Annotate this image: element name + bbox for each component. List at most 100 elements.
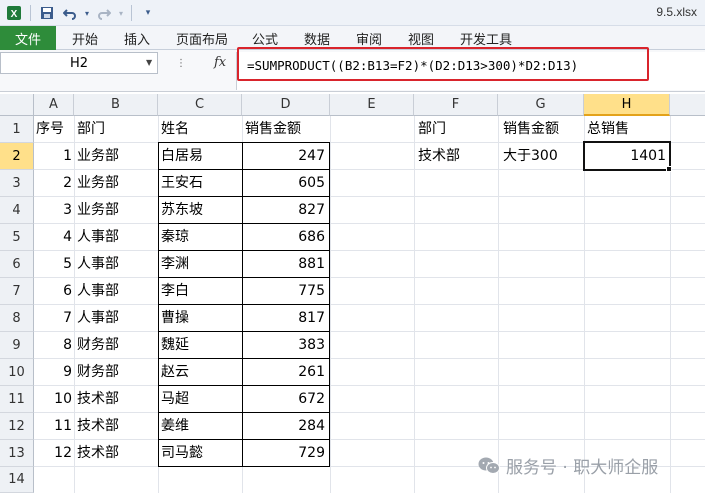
cell-a8[interactable]: 7 <box>36 305 72 331</box>
row-header-9[interactable]: 9 <box>0 332 34 359</box>
column-header-next[interactable] <box>670 94 705 116</box>
column-header-b[interactable]: B <box>74 94 158 116</box>
column-header-f[interactable]: F <box>414 94 498 116</box>
column-header-d[interactable]: D <box>242 94 330 116</box>
cell-c4[interactable]: 苏东坡 <box>161 197 241 223</box>
column-header-h[interactable]: H <box>584 94 670 116</box>
name-box[interactable]: H2 <box>0 52 158 74</box>
cell-a2[interactable]: 1 <box>36 143 72 169</box>
cell-a12[interactable]: 11 <box>36 413 72 439</box>
cell-b4[interactable]: 业务部 <box>77 197 157 223</box>
cell-d8[interactable]: 817 <box>245 305 325 331</box>
cell-d7[interactable]: 775 <box>245 278 325 304</box>
cell-f2[interactable]: 技术部 <box>418 143 498 169</box>
row-header-8[interactable]: 8 <box>0 305 34 332</box>
row-header-13[interactable]: 13 <box>0 440 34 467</box>
row-header-1[interactable]: 1 <box>0 116 34 143</box>
cell-c12[interactable]: 姜维 <box>161 413 241 439</box>
column-header-g[interactable]: G <box>498 94 584 116</box>
save-icon[interactable] <box>37 3 57 23</box>
cell-d3[interactable]: 605 <box>245 170 325 196</box>
cell-b2[interactable]: 业务部 <box>77 143 157 169</box>
column-header-c[interactable]: C <box>158 94 242 116</box>
fill-handle[interactable] <box>666 166 672 172</box>
cell-d11[interactable]: 672 <box>245 386 325 412</box>
cell-c10[interactable]: 赵云 <box>161 359 241 385</box>
cell-c11[interactable]: 马超 <box>161 386 241 412</box>
cell-b3[interactable]: 业务部 <box>77 170 157 196</box>
cell-d10[interactable]: 261 <box>245 359 325 385</box>
cell-d12[interactable]: 284 <box>245 413 325 439</box>
row-header-10[interactable]: 10 <box>0 359 34 386</box>
cell-d5[interactable]: 686 <box>245 224 325 250</box>
tab-formulas[interactable]: 公式 <box>252 26 278 50</box>
row-header-2[interactable]: 2 <box>0 143 34 170</box>
cell-a7[interactable]: 6 <box>36 278 72 304</box>
cell-g1[interactable]: 销售金额 <box>503 116 583 142</box>
cell-b7[interactable]: 人事部 <box>77 278 157 304</box>
row-header-14[interactable]: 14 <box>0 467 34 493</box>
cell-d4[interactable]: 827 <box>245 197 325 223</box>
formula-bar-resize-handle[interactable]: ⋮ <box>176 58 187 69</box>
cell-d1[interactable]: 销售金额 <box>245 116 329 142</box>
cell-a6[interactable]: 5 <box>36 251 72 277</box>
excel-logo-icon[interactable]: X <box>4 3 24 23</box>
row-header-7[interactable]: 7 <box>0 278 34 305</box>
cell-a13[interactable]: 12 <box>36 440 72 466</box>
cell-a1[interactable]: 序号 <box>36 116 74 142</box>
cell-b13[interactable]: 技术部 <box>77 440 157 466</box>
cell-a4[interactable]: 3 <box>36 197 72 223</box>
select-all-corner[interactable] <box>0 94 34 116</box>
row-header-6[interactable]: 6 <box>0 251 34 278</box>
cell-b9[interactable]: 财务部 <box>77 332 157 358</box>
cell-a3[interactable]: 2 <box>36 170 72 196</box>
cell-h1[interactable]: 总销售 <box>587 116 669 142</box>
cell-c13[interactable]: 司马懿 <box>161 440 241 466</box>
cell-g2[interactable]: 大于300 <box>503 143 583 169</box>
row-header-4[interactable]: 4 <box>0 197 34 224</box>
cell-b5[interactable]: 人事部 <box>77 224 157 250</box>
redo-dropdown-icon[interactable]: ▾ <box>117 3 125 23</box>
cell-b11[interactable]: 技术部 <box>77 386 157 412</box>
redo-icon[interactable] <box>94 3 114 23</box>
row-header-11[interactable]: 11 <box>0 386 34 413</box>
tab-data[interactable]: 数据 <box>304 26 330 50</box>
formula-input[interactable]: =SUMPRODUCT((B2:B13=F2)*(D2:D13>300)*D2:… <box>236 52 705 90</box>
tab-file[interactable]: 文件 <box>0 26 56 50</box>
row-header-12[interactable]: 12 <box>0 413 34 440</box>
insert-function-icon[interactable]: fx <box>214 55 226 70</box>
tab-developer[interactable]: 开发工具 <box>460 26 512 50</box>
cell-b12[interactable]: 技术部 <box>77 413 157 439</box>
cell-c9[interactable]: 魏延 <box>161 332 241 358</box>
cell-f1[interactable]: 部门 <box>418 116 498 142</box>
column-header-a[interactable]: A <box>34 94 74 116</box>
cell-c3[interactable]: 王安石 <box>161 170 241 196</box>
tab-home[interactable]: 开始 <box>72 26 98 50</box>
cell-a9[interactable]: 8 <box>36 332 72 358</box>
active-cell-selection[interactable] <box>583 141 671 171</box>
undo-icon[interactable] <box>60 3 80 23</box>
cell-d13[interactable]: 729 <box>245 440 325 466</box>
cell-c6[interactable]: 李渊 <box>161 251 241 277</box>
cell-b6[interactable]: 人事部 <box>77 251 157 277</box>
cell-d2[interactable]: 247 <box>245 143 325 169</box>
row-header-3[interactable]: 3 <box>0 170 34 197</box>
cell-a11[interactable]: 10 <box>36 386 72 412</box>
cell-d6[interactable]: 881 <box>245 251 325 277</box>
tab-review[interactable]: 审阅 <box>356 26 382 50</box>
cell-c5[interactable]: 秦琼 <box>161 224 241 250</box>
row-header-5[interactable]: 5 <box>0 224 34 251</box>
cell-b1[interactable]: 部门 <box>77 116 157 142</box>
cell-c1[interactable]: 姓名 <box>161 116 241 142</box>
worksheet-grid[interactable]: A B C D E F G H 1 2 3 4 5 6 7 8 9 10 11 … <box>0 94 705 493</box>
tab-page-layout[interactable]: 页面布局 <box>176 26 228 50</box>
cell-a5[interactable]: 4 <box>36 224 72 250</box>
customize-toolbar-icon[interactable]: ▾ <box>138 3 158 23</box>
column-header-e[interactable]: E <box>330 94 414 116</box>
undo-dropdown-icon[interactable]: ▾ <box>83 3 91 23</box>
cell-c7[interactable]: 李白 <box>161 278 241 304</box>
cell-b10[interactable]: 财务部 <box>77 359 157 385</box>
tab-insert[interactable]: 插入 <box>124 26 150 50</box>
cell-c8[interactable]: 曹操 <box>161 305 241 331</box>
cell-d9[interactable]: 383 <box>245 332 325 358</box>
